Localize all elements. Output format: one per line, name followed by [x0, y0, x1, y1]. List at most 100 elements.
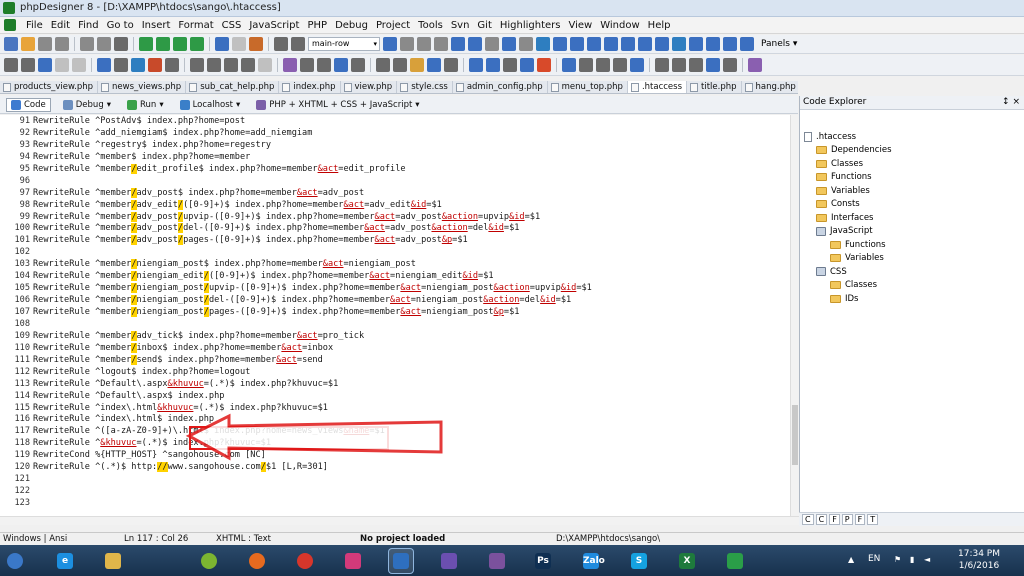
toolbar-button-icon[interactable]	[274, 37, 288, 51]
toolbar-button-icon[interactable]	[215, 37, 229, 51]
toolbar-button-icon[interactable]	[468, 37, 482, 51]
toolbar-button-icon[interactable]	[596, 58, 610, 72]
toolbar-button-icon[interactable]	[570, 37, 584, 51]
toolbar-button-icon[interactable]	[587, 37, 601, 51]
file-tab[interactable]: .htaccess	[627, 81, 688, 93]
tree-item[interactable]: Variables	[816, 186, 870, 196]
toolbar-button-icon[interactable]	[748, 58, 762, 72]
toolbar-button-icon[interactable]	[427, 58, 441, 72]
menu-php[interactable]: PHP	[303, 20, 331, 31]
file-tab[interactable]: products_view.php	[0, 81, 99, 93]
explorer-bottom-tab[interactable]: F	[854, 514, 866, 525]
horizontal-scrollbar[interactable]	[0, 516, 799, 525]
toolbar-button-icon[interactable]	[536, 37, 550, 51]
menu-view[interactable]: View	[565, 20, 597, 31]
toolbar-button-icon[interactable]	[148, 58, 162, 72]
taskbar-photoshop-icon[interactable]: Ps	[530, 548, 556, 574]
toolbar-button-icon[interactable]	[190, 58, 204, 72]
toolbar-button-icon[interactable]	[672, 37, 686, 51]
menu-format[interactable]: Format	[174, 20, 217, 31]
menu-insert[interactable]: Insert	[138, 20, 175, 31]
toolbar-button-icon[interactable]	[655, 37, 669, 51]
tree-item[interactable]: Consts	[816, 199, 860, 209]
pin-close-icon[interactable]: ↕ ×	[1002, 96, 1020, 109]
file-tab[interactable]: style.css	[397, 81, 453, 93]
menu-window[interactable]: Window	[596, 20, 643, 31]
toolbar-button-icon[interactable]	[400, 37, 414, 51]
toolbar-button-icon[interactable]	[672, 58, 686, 72]
network-icon[interactable]: ▮	[910, 555, 920, 565]
toolbar-button-icon[interactable]	[519, 37, 533, 51]
debug-button[interactable]: Debug ▾	[59, 98, 115, 112]
toolbar-button-icon[interactable]	[383, 37, 397, 51]
scrollbar-thumb[interactable]	[792, 405, 798, 465]
menu-file[interactable]: File	[22, 20, 47, 31]
menu-find[interactable]: Find	[74, 20, 103, 31]
tree-item[interactable]: Interfaces	[816, 213, 873, 223]
toolbar-button-icon[interactable]	[351, 58, 365, 72]
toolbar-button-icon[interactable]	[72, 58, 86, 72]
toolbar-button-icon[interactable]	[520, 58, 534, 72]
toolbar-button-icon[interactable]	[723, 58, 737, 72]
toolbar-button-icon[interactable]	[232, 37, 246, 51]
toolbar-button-icon[interactable]	[55, 37, 69, 51]
menu-help[interactable]: Help	[644, 20, 675, 31]
toolbar-button-icon[interactable]	[604, 37, 618, 51]
language-indicator[interactable]: EN	[868, 554, 880, 564]
toolbar-button-icon[interactable]	[579, 58, 593, 72]
toolbar-button-icon[interactable]	[417, 37, 431, 51]
toolbar-button-icon[interactable]	[241, 58, 255, 72]
taskbar-skype-icon[interactable]: S	[626, 548, 652, 574]
highlighter-mode-button[interactable]: PHP + XHTML + CSS + JavaScript ▾	[252, 98, 423, 112]
toolbar-button-icon[interactable]	[249, 37, 263, 51]
tree-item[interactable]: CSS	[816, 267, 847, 277]
taskbar-explorer-icon[interactable]	[100, 548, 126, 574]
toolbar-button-icon[interactable]	[114, 58, 128, 72]
toolbar-button-icon[interactable]	[689, 58, 703, 72]
app-menu-icon[interactable]	[4, 19, 16, 31]
toolbar-button-icon[interactable]	[21, 37, 35, 51]
toolbar-button-icon[interactable]	[630, 58, 644, 72]
toolbar-button-icon[interactable]	[97, 37, 111, 51]
template-combo[interactable]: main-row ▾	[308, 37, 380, 51]
toolbar-button-icon[interactable]	[410, 58, 424, 72]
toolbar-button-icon[interactable]	[317, 58, 331, 72]
menu-go-to[interactable]: Go to	[103, 20, 138, 31]
taskbar-coccoc-icon[interactable]	[196, 548, 222, 574]
toolbar-button-icon[interactable]	[165, 58, 179, 72]
toolbar-button-icon[interactable]	[553, 37, 567, 51]
taskbar-start-icon[interactable]	[2, 548, 28, 574]
toolbar-button-icon[interactable]	[139, 37, 153, 51]
clock[interactable]: 17:34 PM 1/6/2016	[958, 548, 1000, 572]
explorer-bottom-tab[interactable]: P	[841, 514, 853, 525]
toolbar-button-icon[interactable]	[621, 37, 635, 51]
tree-item[interactable]: Variables	[830, 253, 884, 263]
toolbar-button-icon[interactable]	[562, 58, 576, 72]
taskbar-ie-icon[interactable]: e	[52, 548, 78, 574]
toolbar-button-icon[interactable]	[114, 37, 128, 51]
toolbar-button-icon[interactable]	[4, 58, 18, 72]
toolbar-button-icon[interactable]	[638, 37, 652, 51]
menu-git[interactable]: Git	[473, 20, 495, 31]
toolbar-button-icon[interactable]	[689, 37, 703, 51]
toolbar-button-icon[interactable]	[97, 58, 111, 72]
toolbar-button-icon[interactable]	[21, 58, 35, 72]
toolbar-button-icon[interactable]	[190, 37, 204, 51]
panels-button[interactable]: Panels ▾	[761, 39, 797, 49]
tree-item[interactable]: Dependencies	[816, 145, 892, 155]
file-tab[interactable]: news_views.php	[98, 81, 187, 93]
menu-edit[interactable]: Edit	[47, 20, 74, 31]
file-tab[interactable]: admin_config.php	[453, 81, 548, 93]
toolbar-button-icon[interactable]	[469, 58, 483, 72]
tree-item[interactable]: IDs	[830, 294, 858, 304]
file-tab[interactable]: view.php	[341, 81, 398, 93]
explorer-bottom-tab[interactable]: T	[867, 514, 879, 525]
toolbar-button-icon[interactable]	[723, 37, 737, 51]
toolbar-button-icon[interactable]	[655, 58, 669, 72]
tree-item[interactable]: Functions	[830, 240, 886, 250]
menu-svn[interactable]: Svn	[447, 20, 474, 31]
toolbar-button-icon[interactable]	[38, 58, 52, 72]
toolbar-button-icon[interactable]	[283, 58, 297, 72]
menu-debug[interactable]: Debug	[331, 20, 372, 31]
toolbar-button-icon[interactable]	[224, 58, 238, 72]
